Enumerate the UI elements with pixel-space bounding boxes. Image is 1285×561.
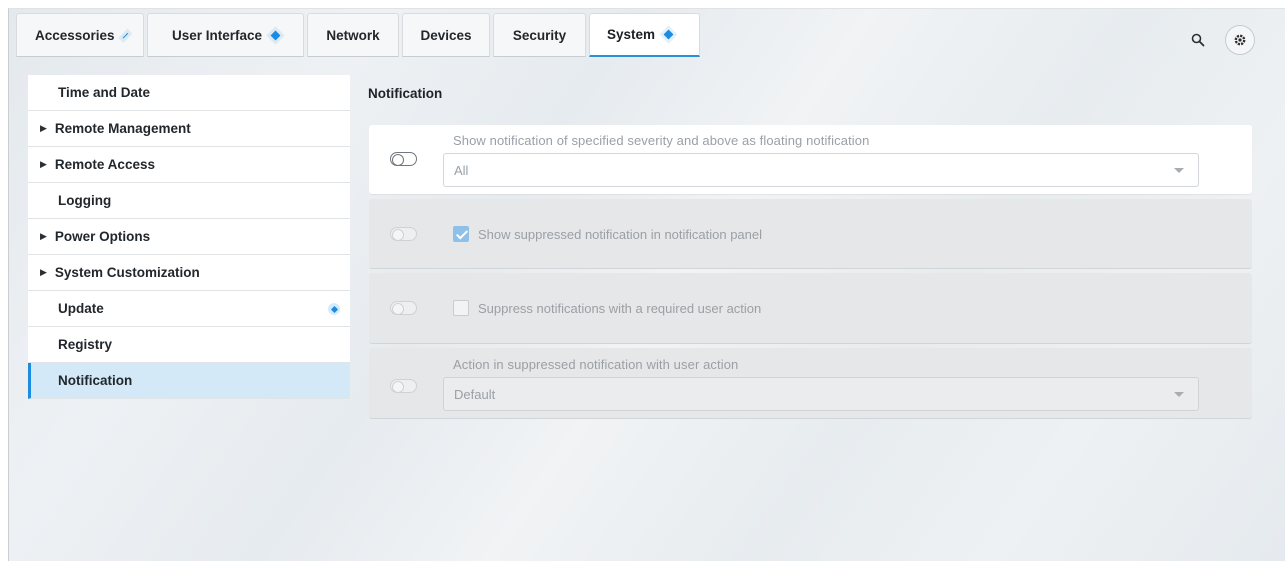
suppress-user-action-checkbox[interactable] [453, 300, 469, 316]
sidebar-item-remote-management[interactable]: ▶ Remote Management [28, 111, 350, 147]
enable-toggle[interactable] [390, 301, 417, 315]
search-icon [1191, 33, 1205, 47]
tab-label: Devices [420, 27, 472, 43]
checkbox-label: Show suppressed notification in notifica… [478, 227, 763, 242]
show-suppressed-checkbox[interactable] [453, 226, 469, 242]
sidebar-item-label: Power Options [54, 229, 151, 244]
sidebar-item-label: System Customization [54, 265, 200, 280]
sidebar-item-label: Time and Date [58, 85, 151, 100]
sidebar-item-label: Remote Access [54, 157, 155, 172]
sidebar-item-power-options[interactable]: ▶ Power Options [28, 219, 350, 255]
search-button[interactable] [1185, 27, 1211, 53]
gear-icon [1234, 34, 1246, 46]
setting-suppressed-action: Action in suppressed notification with u… [369, 348, 1252, 419]
sidebar-item-update[interactable]: Update [28, 291, 350, 327]
sidebar-item-remote-access[interactable]: ▶ Remote Access [28, 147, 350, 183]
caret-right-icon: ▶ [40, 159, 47, 169]
caret-right-icon: ▶ [40, 267, 47, 277]
sidebar-item-time-and-date[interactable]: Time and Date [28, 75, 350, 111]
caret-right-icon: ▶ [40, 123, 47, 133]
tab-user-interface[interactable]: User Interface [147, 13, 304, 57]
enable-toggle[interactable] [390, 152, 417, 166]
sidebar-item-system-customization[interactable]: ▶ System Customization [28, 255, 350, 291]
setting-floating-severity: Show notification of specified severity … [369, 125, 1252, 194]
setting-label: Show notification of specified severity … [453, 133, 870, 148]
app-window: Accessories User Interface Network Devic… [8, 8, 1285, 561]
change-indicator-icon [270, 30, 281, 40]
setting-label: Action in suppressed notification with u… [453, 357, 739, 372]
tab-label: Network [326, 27, 380, 43]
tab-label: Security [512, 27, 567, 43]
tab-label: User Interface [171, 27, 263, 43]
tab-security[interactable]: Security [493, 13, 586, 57]
sidebar-item-registry[interactable]: Registry [28, 327, 350, 363]
select-value: Default [454, 386, 496, 402]
setting-show-suppressed: Show suppressed notification in notifica… [369, 199, 1252, 269]
settings-button[interactable] [1225, 25, 1255, 55]
change-indicator-icon [663, 29, 674, 40]
sidebar: Time and Date ▶ Remote Management ▶ Remo… [28, 75, 350, 399]
tab-devices[interactable]: Devices [402, 13, 490, 57]
toolbar [1185, 25, 1255, 55]
enable-toggle[interactable] [390, 227, 417, 241]
tab-accessories[interactable]: Accessories [16, 13, 144, 57]
sidebar-item-label: Notification [58, 373, 133, 388]
sidebar-item-label: Remote Management [54, 121, 191, 136]
enable-toggle[interactable] [390, 379, 417, 393]
chevron-down-icon [1174, 168, 1184, 173]
tab-label: Accessories [35, 27, 115, 43]
checkbox-label: Suppress notifications with a required u… [478, 301, 762, 316]
tab-bar: Accessories User Interface Network Devic… [16, 13, 700, 59]
action-select[interactable]: Default [443, 377, 1199, 411]
sidebar-item-notification[interactable]: Notification [28, 363, 350, 399]
tab-label: System [607, 27, 656, 42]
sidebar-item-label: Registry [58, 337, 113, 352]
tab-system[interactable]: System [589, 13, 700, 57]
chevron-down-icon [1174, 392, 1184, 397]
select-value: All [454, 162, 469, 178]
sidebar-item-label: Update [58, 301, 104, 316]
tab-network[interactable]: Network [307, 13, 399, 57]
page-title: Notification [368, 86, 443, 101]
sidebar-item-logging[interactable]: Logging [28, 183, 350, 219]
setting-suppress-user-action: Suppress notifications with a required u… [369, 273, 1252, 344]
caret-right-icon: ▶ [40, 231, 47, 241]
change-indicator-icon [122, 32, 128, 38]
severity-select[interactable]: All [443, 153, 1199, 187]
change-indicator-icon [328, 303, 340, 315]
sidebar-item-label: Logging [58, 193, 112, 208]
